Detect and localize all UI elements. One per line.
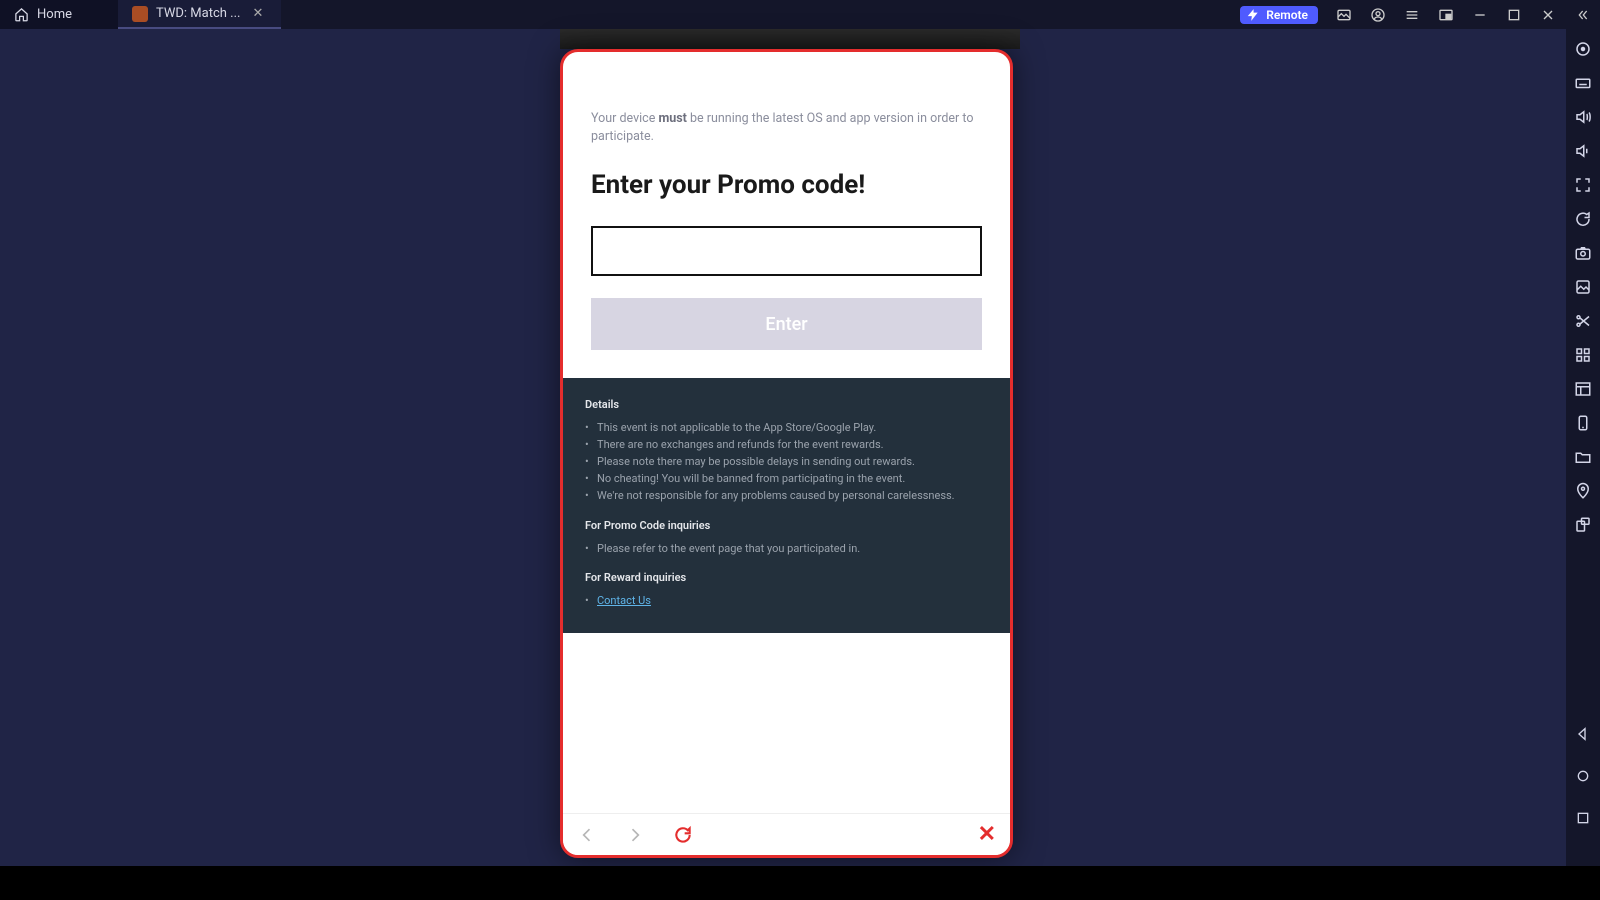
volume-up-icon[interactable]: [1573, 107, 1593, 127]
android-nav: [1566, 726, 1600, 830]
apps-icon[interactable]: [1573, 345, 1593, 365]
details-list: This event is not applicable to the App …: [585, 419, 988, 504]
list-item: Please note there may be possible delays…: [585, 453, 988, 470]
contact-us-link[interactable]: Contact Us: [597, 594, 651, 607]
home-icon: [14, 7, 29, 22]
hamburger-icon[interactable]: [1404, 7, 1420, 23]
volume-down-icon[interactable]: [1573, 141, 1593, 161]
details-heading: Details: [585, 396, 988, 413]
tab-home[interactable]: Home: [0, 0, 118, 29]
promo-code-input[interactable]: [591, 226, 982, 276]
rotate-icon[interactable]: [1573, 515, 1593, 535]
list-item: Please refer to the event page that you …: [585, 540, 988, 557]
tab-bar: Home TWD: Match ... ✕ Remote: [0, 0, 1600, 29]
browser-forward-icon[interactable]: [625, 825, 645, 845]
keyboard-icon[interactable]: [1573, 73, 1593, 93]
camera-icon[interactable]: [1573, 243, 1593, 263]
phone-icon[interactable]: [1573, 413, 1593, 433]
enter-button[interactable]: Enter: [591, 298, 982, 350]
bolt-icon: [1246, 8, 1260, 22]
notice-bold: must: [658, 111, 686, 126]
layout-icon[interactable]: [1573, 379, 1593, 399]
location-icon[interactable]: [1573, 481, 1593, 501]
pip-icon[interactable]: [1438, 7, 1454, 23]
details-panel: Details This event is not applicable to …: [563, 378, 1010, 632]
popup-browser-bar: ✕: [563, 813, 1010, 855]
game-backdrop: [560, 29, 1020, 49]
promo-inquiries-heading: For Promo Code inquiries: [585, 517, 988, 534]
promo-form: Your device must be running the latest O…: [563, 52, 1010, 378]
account-icon[interactable]: [1370, 7, 1386, 23]
sync-icon[interactable]: [1573, 209, 1593, 229]
collapse-panel-icon[interactable]: [1574, 7, 1590, 23]
remote-label: Remote: [1266, 8, 1308, 22]
remote-button[interactable]: Remote: [1240, 6, 1318, 24]
device-notice: Your device must be running the latest O…: [591, 110, 982, 146]
close-window-icon[interactable]: [1540, 7, 1556, 23]
tab-app[interactable]: TWD: Match ... ✕: [118, 0, 281, 29]
tab-home-label: Home: [37, 7, 72, 22]
minimize-icon[interactable]: [1472, 7, 1488, 23]
target-icon[interactable]: [1573, 39, 1593, 59]
page-title: Enter your Promo code!: [591, 170, 982, 200]
list-item: This event is not applicable to the App …: [585, 419, 988, 436]
list-item: No cheating! You will be banned from par…: [585, 470, 988, 487]
tab-app-label: TWD: Match ...: [156, 6, 240, 21]
folder-icon[interactable]: [1573, 447, 1593, 467]
list-item: There are no exchanges and refunds for t…: [585, 436, 988, 453]
scissors-icon[interactable]: [1573, 311, 1593, 331]
popup-close-icon[interactable]: ✕: [978, 822, 996, 847]
browser-back-icon[interactable]: [577, 825, 597, 845]
maximize-icon[interactable]: [1506, 7, 1522, 23]
promo-inquiries-list: Please refer to the event page that you …: [585, 540, 988, 557]
gallery-icon[interactable]: [1573, 277, 1593, 297]
picture-icon[interactable]: [1336, 7, 1352, 23]
fullscreen-icon[interactable]: [1573, 175, 1593, 195]
window-controls: Remote: [1230, 0, 1600, 29]
notice-pre: Your device: [591, 111, 658, 126]
reward-inquiries-list: Contact Us: [585, 592, 988, 609]
android-back-icon[interactable]: [1575, 726, 1591, 746]
browser-reload-icon[interactable]: [673, 825, 693, 845]
android-home-icon[interactable]: [1575, 768, 1591, 788]
list-item: We're not responsible for any problems c…: [585, 487, 988, 504]
bottom-bar: [0, 866, 1600, 900]
promo-popup: Your device must be running the latest O…: [560, 49, 1013, 858]
tab-close-icon[interactable]: ✕: [248, 4, 267, 23]
list-item: Contact Us: [585, 592, 988, 609]
app-icon: [132, 6, 148, 22]
reward-inquiries-heading: For Reward inquiries: [585, 569, 988, 586]
android-recent-icon[interactable]: [1575, 810, 1591, 830]
